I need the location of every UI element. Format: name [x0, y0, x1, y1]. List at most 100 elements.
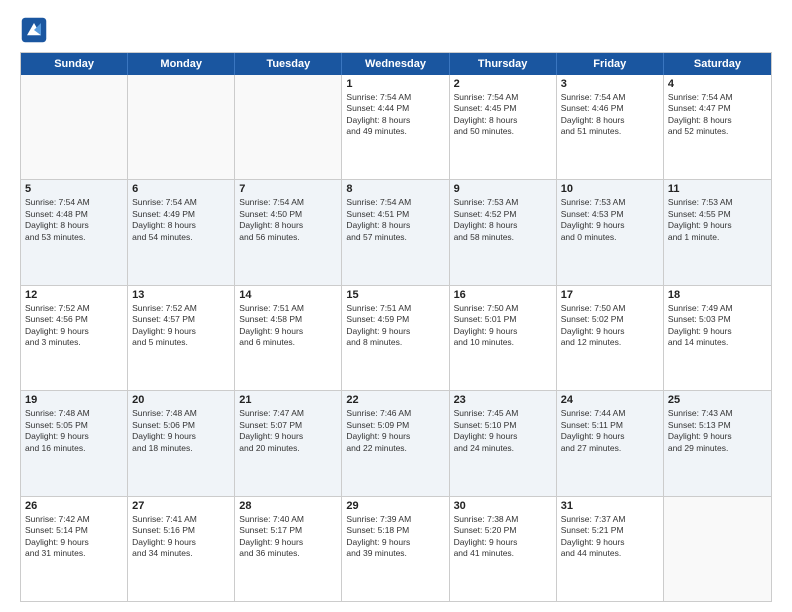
calendar-cell: [235, 75, 342, 179]
day-name-monday: Monday: [128, 53, 235, 75]
calendar-cell: 21 Sunrise: 7:47 AM Sunset: 5:07 PM Dayli…: [235, 391, 342, 495]
calendar-cell: 3Sunrise: 7:54 AM Sunset: 4:46 PM Daylig…: [557, 75, 664, 179]
cell-date: 5: [25, 183, 123, 195]
cell-date: 9: [454, 183, 552, 195]
cell-date: 13: [132, 289, 230, 301]
cell-info: Sunrise: 7:38 AM Sunset: 5:20 PM Dayligh…: [454, 514, 552, 560]
cell-info: Sunrise: 7:54 AM Sunset: 4:51 PM Dayligh…: [346, 197, 444, 243]
calendar-cell: 10Sunrise: 7:53 AM Sunset: 4:53 PM Dayli…: [557, 180, 664, 284]
cell-info: Sunrise: 7:46 AM Sunset: 5:09 PM Dayligh…: [346, 408, 444, 454]
calendar-row-4: 26 Sunrise: 7:42 AM Sunset: 5:14 PM Dayli…: [21, 497, 771, 601]
calendar-cell: 20 Sunrise: 7:48 AM Sunset: 5:06 PM Dayli…: [128, 391, 235, 495]
cell-date: 26: [25, 500, 123, 512]
calendar-cell: 8 Sunrise: 7:54 AM Sunset: 4:51 PM Daylig…: [342, 180, 449, 284]
cell-date: 1: [346, 78, 444, 90]
cell-date: 11: [668, 183, 767, 195]
calendar-cell: 13Sunrise: 7:52 AM Sunset: 4:57 PM Dayli…: [128, 286, 235, 390]
cell-info: Sunrise: 7:54 AM Sunset: 4:44 PM Dayligh…: [346, 92, 444, 138]
cell-date: 19: [25, 394, 123, 406]
cell-date: 31: [561, 500, 659, 512]
cell-info: Sunrise: 7:39 AM Sunset: 5:18 PM Dayligh…: [346, 514, 444, 560]
calendar-cell: [664, 497, 771, 601]
calendar-cell: 9 Sunrise: 7:53 AM Sunset: 4:52 PM Daylig…: [450, 180, 557, 284]
calendar-cell: 16Sunrise: 7:50 AM Sunset: 5:01 PM Dayli…: [450, 286, 557, 390]
cell-info: Sunrise: 7:49 AM Sunset: 5:03 PM Dayligh…: [668, 303, 767, 349]
calendar-cell: 15 Sunrise: 7:51 AM Sunset: 4:59 PM Dayli…: [342, 286, 449, 390]
cell-date: 7: [239, 183, 337, 195]
calendar-header: SundayMondayTuesdayWednesdayThursdayFrid…: [21, 53, 771, 75]
cell-info: Sunrise: 7:44 AM Sunset: 5:11 PM Dayligh…: [561, 408, 659, 454]
cell-info: Sunrise: 7:51 AM Sunset: 4:58 PM Dayligh…: [239, 303, 337, 349]
calendar-cell: 18Sunrise: 7:49 AM Sunset: 5:03 PM Dayli…: [664, 286, 771, 390]
cell-date: 20: [132, 394, 230, 406]
day-name-tuesday: Tuesday: [235, 53, 342, 75]
day-name-wednesday: Wednesday: [342, 53, 449, 75]
cell-info: Sunrise: 7:50 AM Sunset: 5:02 PM Dayligh…: [561, 303, 659, 349]
cell-info: Sunrise: 7:54 AM Sunset: 4:47 PM Dayligh…: [668, 92, 767, 138]
cell-date: 29: [346, 500, 444, 512]
calendar-cell: 27 Sunrise: 7:41 AM Sunset: 5:16 PM Dayli…: [128, 497, 235, 601]
calendar-cell: 31 Sunrise: 7:37 AM Sunset: 5:21 PM Dayli…: [557, 497, 664, 601]
calendar-cell: 30Sunrise: 7:38 AM Sunset: 5:20 PM Dayli…: [450, 497, 557, 601]
calendar-cell: 17 Sunrise: 7:50 AM Sunset: 5:02 PM Dayli…: [557, 286, 664, 390]
calendar-row-0: 1 Sunrise: 7:54 AM Sunset: 4:44 PM Daylig…: [21, 75, 771, 180]
cell-info: Sunrise: 7:40 AM Sunset: 5:17 PM Dayligh…: [239, 514, 337, 560]
calendar-cell: 11 Sunrise: 7:53 AM Sunset: 4:55 PM Dayli…: [664, 180, 771, 284]
calendar-row-3: 19 Sunrise: 7:48 AM Sunset: 5:05 PM Dayli…: [21, 391, 771, 496]
cell-info: Sunrise: 7:51 AM Sunset: 4:59 PM Dayligh…: [346, 303, 444, 349]
cell-date: 23: [454, 394, 552, 406]
cell-info: Sunrise: 7:48 AM Sunset: 5:05 PM Dayligh…: [25, 408, 123, 454]
cell-info: Sunrise: 7:41 AM Sunset: 5:16 PM Dayligh…: [132, 514, 230, 560]
cell-date: 12: [25, 289, 123, 301]
cell-info: Sunrise: 7:37 AM Sunset: 5:21 PM Dayligh…: [561, 514, 659, 560]
calendar-cell: 28 Sunrise: 7:40 AM Sunset: 5:17 PM Dayli…: [235, 497, 342, 601]
calendar-cell: 5Sunrise: 7:54 AM Sunset: 4:48 PM Daylig…: [21, 180, 128, 284]
calendar-cell: [21, 75, 128, 179]
calendar-body: 1 Sunrise: 7:54 AM Sunset: 4:44 PM Daylig…: [21, 75, 771, 601]
day-name-thursday: Thursday: [450, 53, 557, 75]
calendar-cell: 6Sunrise: 7:54 AM Sunset: 4:49 PM Daylig…: [128, 180, 235, 284]
cell-info: Sunrise: 7:47 AM Sunset: 5:07 PM Dayligh…: [239, 408, 337, 454]
header: [20, 16, 772, 44]
calendar-cell: [128, 75, 235, 179]
calendar-cell: 24 Sunrise: 7:44 AM Sunset: 5:11 PM Dayli…: [557, 391, 664, 495]
cell-info: Sunrise: 7:54 AM Sunset: 4:46 PM Dayligh…: [561, 92, 659, 138]
page: SundayMondayTuesdayWednesdayThursdayFrid…: [0, 0, 792, 612]
calendar-cell: 14 Sunrise: 7:51 AM Sunset: 4:58 PM Dayli…: [235, 286, 342, 390]
calendar-cell: 22Sunrise: 7:46 AM Sunset: 5:09 PM Dayli…: [342, 391, 449, 495]
calendar-cell: 12 Sunrise: 7:52 AM Sunset: 4:56 PM Dayli…: [21, 286, 128, 390]
cell-info: Sunrise: 7:54 AM Sunset: 4:45 PM Dayligh…: [454, 92, 552, 138]
cell-date: 17: [561, 289, 659, 301]
calendar-cell: 1 Sunrise: 7:54 AM Sunset: 4:44 PM Daylig…: [342, 75, 449, 179]
calendar-cell: 7Sunrise: 7:54 AM Sunset: 4:50 PM Daylig…: [235, 180, 342, 284]
calendar-cell: 23 Sunrise: 7:45 AM Sunset: 5:10 PM Dayli…: [450, 391, 557, 495]
cell-info: Sunrise: 7:52 AM Sunset: 4:56 PM Dayligh…: [25, 303, 123, 349]
cell-date: 24: [561, 394, 659, 406]
day-name-friday: Friday: [557, 53, 664, 75]
cell-date: 10: [561, 183, 659, 195]
cell-date: 6: [132, 183, 230, 195]
cell-date: 16: [454, 289, 552, 301]
cell-date: 14: [239, 289, 337, 301]
cell-date: 2: [454, 78, 552, 90]
cell-info: Sunrise: 7:45 AM Sunset: 5:10 PM Dayligh…: [454, 408, 552, 454]
cell-date: 27: [132, 500, 230, 512]
cell-date: 8: [346, 183, 444, 195]
cell-date: 21: [239, 394, 337, 406]
calendar-row-2: 12 Sunrise: 7:52 AM Sunset: 4:56 PM Dayli…: [21, 286, 771, 391]
calendar-cell: 2 Sunrise: 7:54 AM Sunset: 4:45 PM Daylig…: [450, 75, 557, 179]
cell-date: 4: [668, 78, 767, 90]
cell-date: 28: [239, 500, 337, 512]
cell-date: 15: [346, 289, 444, 301]
calendar-row-1: 5Sunrise: 7:54 AM Sunset: 4:48 PM Daylig…: [21, 180, 771, 285]
cell-info: Sunrise: 7:48 AM Sunset: 5:06 PM Dayligh…: [132, 408, 230, 454]
calendar-cell: 29 Sunrise: 7:39 AM Sunset: 5:18 PM Dayli…: [342, 497, 449, 601]
cell-date: 25: [668, 394, 767, 406]
day-name-saturday: Saturday: [664, 53, 771, 75]
cell-info: Sunrise: 7:53 AM Sunset: 4:55 PM Dayligh…: [668, 197, 767, 243]
calendar-cell: 25Sunrise: 7:43 AM Sunset: 5:13 PM Dayli…: [664, 391, 771, 495]
day-name-sunday: Sunday: [21, 53, 128, 75]
cell-info: Sunrise: 7:42 AM Sunset: 5:14 PM Dayligh…: [25, 514, 123, 560]
cell-info: Sunrise: 7:53 AM Sunset: 4:52 PM Dayligh…: [454, 197, 552, 243]
calendar: SundayMondayTuesdayWednesdayThursdayFrid…: [20, 52, 772, 602]
